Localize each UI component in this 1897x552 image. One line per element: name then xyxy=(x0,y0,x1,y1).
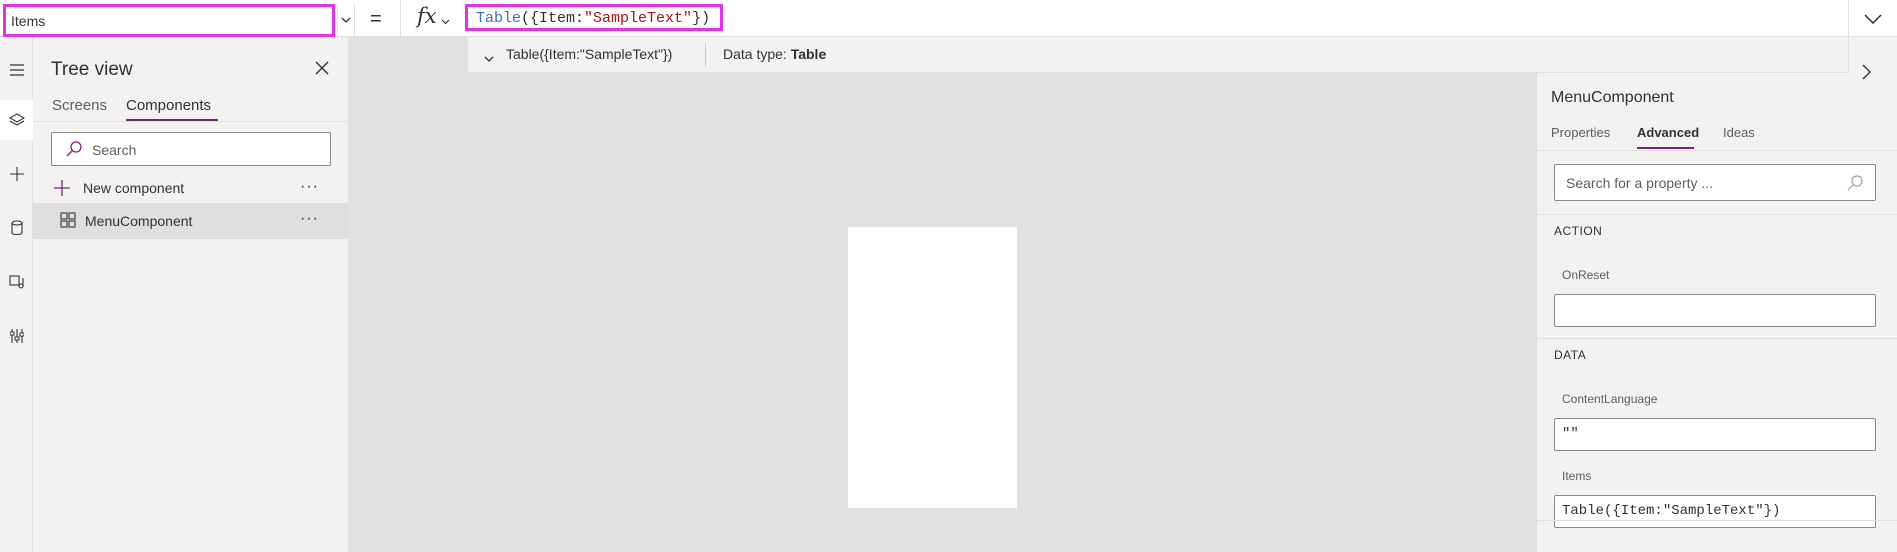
search-placeholder: Search for a property ... xyxy=(1566,175,1714,191)
canvas-top xyxy=(349,37,467,73)
tree-view-title: Tree view xyxy=(51,59,133,80)
active-tab-indicator xyxy=(1637,147,1694,149)
media-icon[interactable] xyxy=(0,262,33,302)
data-type-label: Data type: Table xyxy=(723,46,826,62)
tab-properties[interactable]: Properties xyxy=(1551,125,1610,140)
field-label-items: Items xyxy=(1562,469,1592,483)
property-search-input[interactable]: Search for a property ... xyxy=(1554,164,1876,201)
component-name: MenuComponent xyxy=(1551,89,1674,106)
data-type-prefix: Data type: xyxy=(723,46,791,62)
search-icon xyxy=(1846,174,1864,197)
tools-icon[interactable] xyxy=(0,316,33,356)
section-heading-action: ACTION xyxy=(1554,224,1603,238)
divider xyxy=(33,121,349,122)
divider xyxy=(1537,214,1897,215)
property-dropdown-chevron-icon[interactable] xyxy=(337,4,355,37)
tab-ideas[interactable]: Ideas xyxy=(1723,125,1755,140)
left-rail xyxy=(0,37,33,552)
formula-punct-token: ({Item: xyxy=(521,10,585,27)
hamburger-icon[interactable] xyxy=(0,50,33,90)
more-options-icon[interactable]: ··· xyxy=(300,178,319,196)
field-value: Table({Item:"SampleText"}) xyxy=(1562,503,1781,519)
items-field[interactable]: Table({Item:"SampleText"}) xyxy=(1554,495,1876,528)
close-icon[interactable] xyxy=(312,58,332,78)
collapse-panel-chevron-right-icon[interactable] xyxy=(1862,64,1872,85)
tab-screens[interactable]: Screens xyxy=(52,97,107,114)
result-expression: Table({Item:"SampleText"}) xyxy=(506,46,673,62)
formula-punct-token: }) xyxy=(692,10,711,27)
field-label-onreset: OnReset xyxy=(1562,268,1610,282)
canvas[interactable] xyxy=(349,73,1536,552)
formula-bar: Items = fx Table({Item:"SampleText"}) xyxy=(0,0,1897,37)
more-options-icon[interactable]: ··· xyxy=(300,210,319,228)
data-type-value: Table xyxy=(790,46,827,62)
property-dropdown-value: Items xyxy=(11,13,46,29)
property-dropdown[interactable]: Items xyxy=(3,4,335,37)
divider xyxy=(705,43,706,67)
formula-result-strip: Table({Item:"SampleText"}) Data type: Ta… xyxy=(467,37,1849,73)
divider xyxy=(1537,150,1897,151)
fx-icon[interactable]: fx xyxy=(417,4,437,28)
divider xyxy=(400,0,401,37)
formula-input[interactable]: Table({Item:"SampleText"}) xyxy=(465,4,723,31)
fx-chevron-down-icon[interactable] xyxy=(441,12,450,30)
plus-icon[interactable] xyxy=(0,154,33,194)
component-preview[interactable] xyxy=(848,227,1017,508)
search-placeholder: Search xyxy=(92,142,137,158)
component-icon xyxy=(60,212,76,233)
expand-formula-bar-button[interactable] xyxy=(1848,0,1897,37)
new-component-button[interactable]: New component ··· xyxy=(33,172,349,204)
tab-advanced[interactable]: Advanced xyxy=(1637,125,1699,140)
contentlanguage-field[interactable]: "" xyxy=(1554,418,1876,451)
formula-string-token: "SampleText" xyxy=(584,10,693,27)
tree-view-panel: Tree view Screens Components Search New … xyxy=(33,37,349,552)
layers-icon[interactable] xyxy=(0,100,33,140)
tab-components[interactable]: Components xyxy=(126,97,211,114)
section-heading-data: DATA xyxy=(1554,348,1587,362)
equals-sign: = xyxy=(370,8,382,30)
formula-function-token: Table xyxy=(476,10,522,27)
divider xyxy=(1537,520,1897,521)
formula-text: Table({Item:"SampleText"}) xyxy=(476,10,710,27)
collapse-result-chevron-icon[interactable] xyxy=(484,50,494,68)
tree-search-input[interactable]: Search xyxy=(51,132,331,166)
tree-item-menucomponent[interactable]: MenuComponent ··· xyxy=(33,203,349,239)
search-icon xyxy=(65,140,83,163)
onreset-field[interactable] xyxy=(1554,294,1876,327)
properties-panel: MenuComponent Properties Advanced Ideas … xyxy=(1536,73,1897,552)
data-icon[interactable] xyxy=(0,208,33,248)
divider xyxy=(1537,338,1897,339)
chevron-down-icon xyxy=(1864,13,1882,24)
tree-item-label: MenuComponent xyxy=(85,213,193,229)
plus-icon xyxy=(53,179,71,202)
field-label-contentlanguage: ContentLanguage xyxy=(1562,392,1658,406)
new-component-label: New component xyxy=(83,180,185,196)
field-value: "" xyxy=(1562,426,1579,442)
